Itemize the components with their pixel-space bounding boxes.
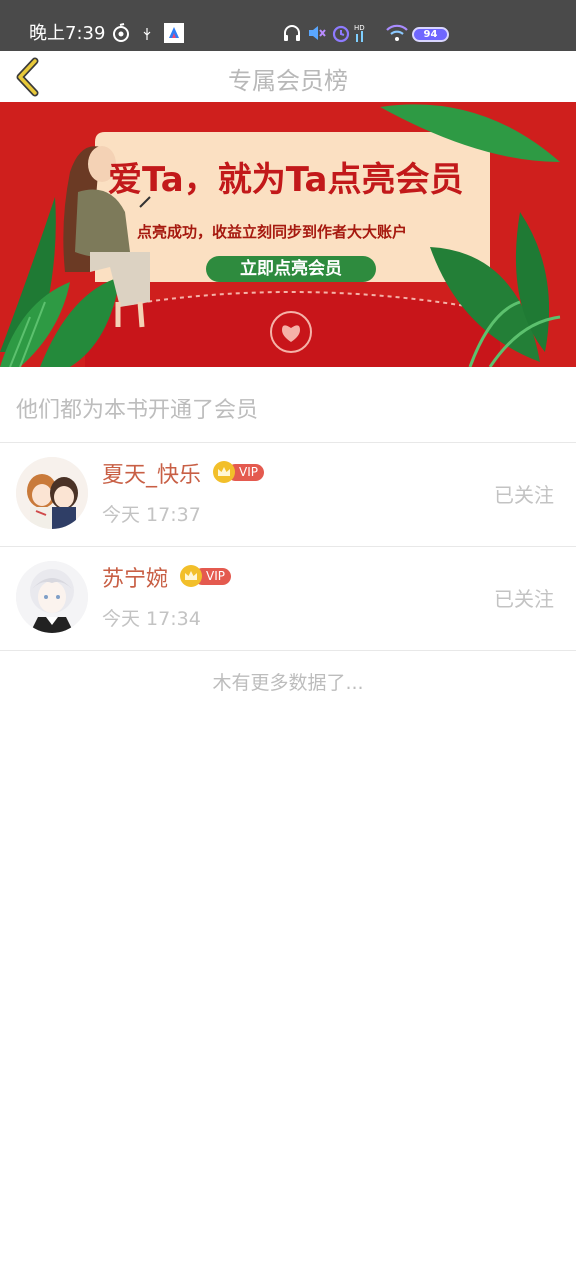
no-more-data-text: 木有更多数据了... [212, 672, 364, 694]
hd-signal-icon: HD [354, 24, 365, 42]
member-time: 今天 17:37 [102, 504, 201, 526]
crown-icon [180, 565, 202, 587]
banner-subline: 点亮成功，收益立刻同步到作者大大账户 [137, 223, 408, 241]
wifi-icon [386, 24, 408, 41]
member-time: 今天 17:34 [102, 608, 201, 630]
member-name[interactable]: 夏天_快乐 [102, 461, 201, 491]
netease-music-icon [113, 23, 129, 42]
alarm-icon [332, 25, 350, 43]
nav-bar: 专属会员榜 [0, 51, 576, 102]
headphones-icon [284, 25, 300, 41]
app-icon [164, 23, 184, 43]
status-time: 晚上7:39 [29, 23, 106, 44]
membership-banner[interactable]: 爱Ta，就为Ta点亮会员 点亮成功，收益立刻同步到作者大大账户 立即点亮会员 [0, 102, 576, 367]
usb-icon [143, 28, 151, 40]
member-row[interactable]: 苏宁婉 VIP 今天 17:34 已关注 [0, 547, 576, 651]
follow-button[interactable]: 已关注 [494, 586, 554, 612]
page-title: 专属会员榜 [228, 67, 348, 95]
banner-headline: 爱Ta，就为Ta点亮会员 [108, 160, 464, 200]
avatar[interactable] [16, 561, 88, 633]
member-name[interactable]: 苏宁婉 [102, 565, 168, 595]
battery-icon: 94 [412, 27, 449, 42]
activate-membership-button[interactable]: 立即点亮会员 [206, 256, 376, 282]
crown-icon [213, 461, 235, 483]
divider [0, 650, 576, 651]
avatar[interactable] [16, 457, 88, 529]
section-title: 他们都为本书开通了会员 [16, 398, 259, 423]
member-row[interactable]: 夏天_快乐 VIP 今天 17:37 已关注 [0, 443, 576, 547]
mute-icon [309, 26, 326, 40]
svg-text:HD: HD [354, 24, 365, 32]
status-bar: 晚上7:39 HD 94 [0, 0, 576, 51]
follow-button[interactable]: 已关注 [494, 482, 554, 508]
